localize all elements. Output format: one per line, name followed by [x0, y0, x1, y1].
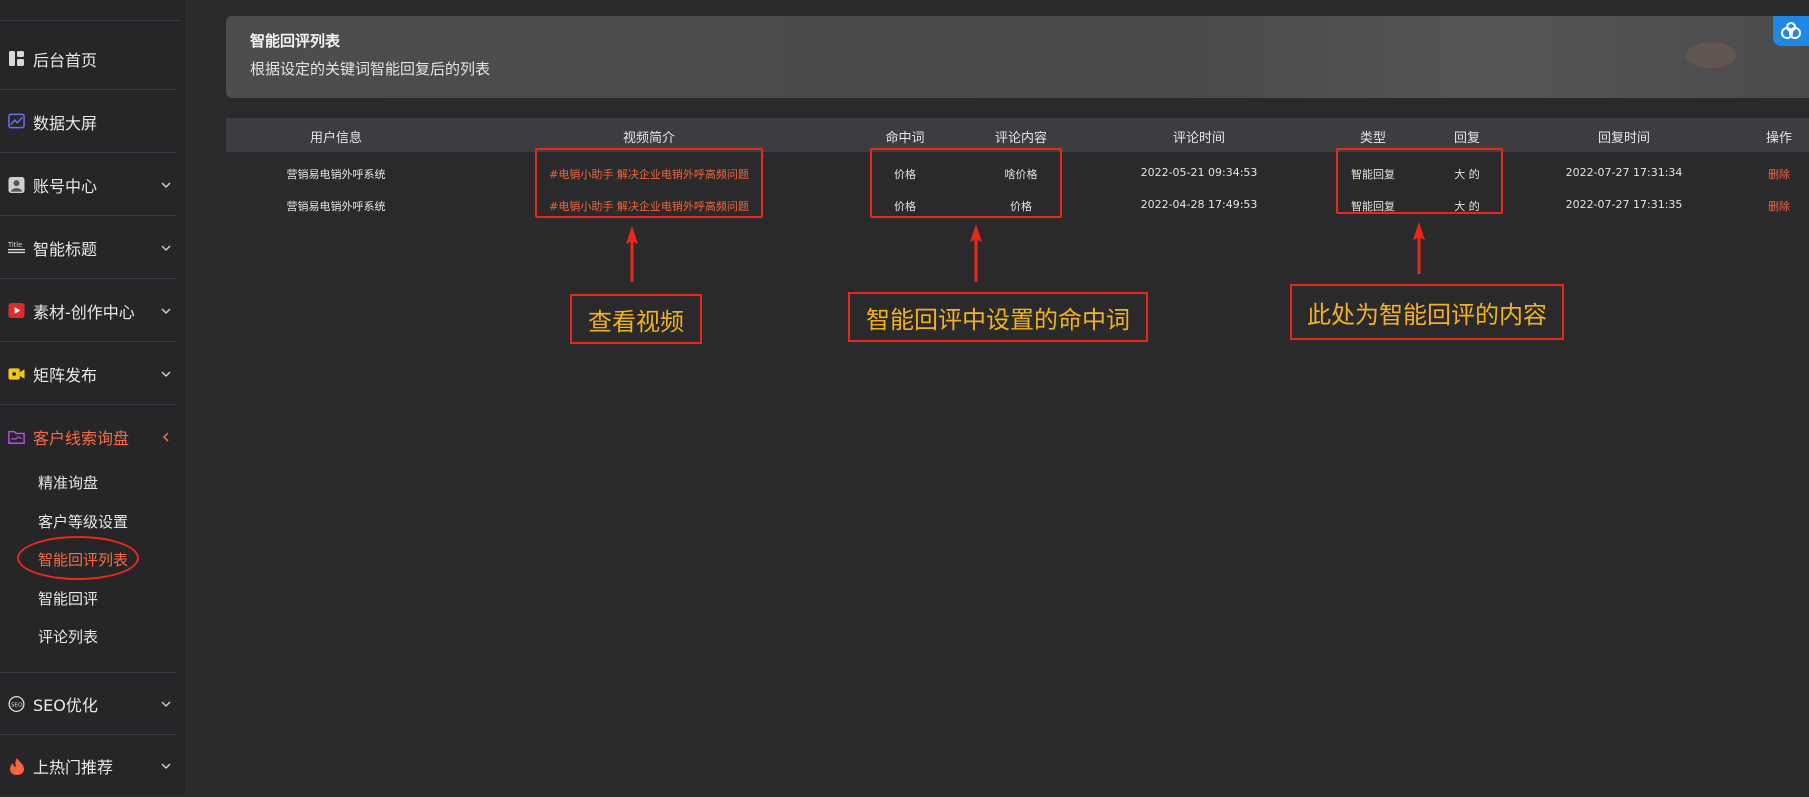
sidebar-item-label: 矩阵发布 [33, 365, 98, 385]
fire-icon [8, 757, 25, 775]
arrow-up-icon [1413, 222, 1425, 274]
svg-text:Title: Title [8, 241, 22, 249]
sidebar-item-label: 账号中心 [33, 176, 98, 196]
user-icon [8, 176, 25, 193]
cell-reply-time: 2022-07-27 17:31:35 [1565, 198, 1683, 211]
sidebar-item-material-center[interactable]: 素材-创作中心 [0, 280, 176, 342]
chevron-down-icon [161, 700, 171, 707]
camera-icon [8, 365, 25, 382]
folder-icon [8, 429, 25, 446]
sidebar-item-customer-leads[interactable]: 客户线索询盘 [0, 406, 176, 468]
annotation-label-video: 查看视频 [570, 294, 702, 344]
sub-item-smart-reply[interactable]: 智能回评 [38, 588, 98, 609]
svg-text:SEO: SEO [11, 702, 23, 708]
column-header-comment: 评论内容 [994, 131, 1048, 146]
sidebar-item-label: 智能标题 [33, 239, 98, 259]
chevron-down-icon [161, 307, 171, 314]
page-header: 智能回评列表 根据设定的关键词智能回复后的列表 [226, 16, 1809, 98]
sub-item-precise-inquiry[interactable]: 精准询盘 [38, 472, 98, 493]
sidebar-item-label: SEO优化 [33, 695, 98, 715]
dashboard-icon [8, 50, 25, 67]
page-title: 智能回评列表 [250, 32, 341, 50]
sub-item-comment-list[interactable]: 评论列表 [38, 626, 98, 647]
column-header-type: 类型 [1359, 131, 1387, 146]
video-icon [8, 302, 25, 319]
sub-item-customer-level[interactable]: 客户等级设置 [38, 511, 128, 532]
delete-button[interactable]: 删除 [1768, 166, 1790, 182]
chevron-down-icon [161, 763, 171, 770]
chevron-left-icon [162, 432, 169, 442]
column-header-user: 用户信息 [309, 131, 363, 146]
sidebar-item-dashboard[interactable]: 后台首页 [0, 28, 176, 90]
page-subtitle: 根据设定的关键词智能回复后的列表 [250, 60, 491, 78]
sidebar-item-data-screen[interactable]: 数据大屏 [0, 91, 176, 153]
cloud-badge[interactable] [1773, 16, 1809, 46]
sidebar-item-label: 客户线索询盘 [33, 429, 130, 448]
cell-user: 营销易电销外呼系统 [286, 200, 386, 213]
chart-icon [8, 113, 25, 130]
sidebar-item-smart-title[interactable]: Title 智能标题 [0, 217, 176, 279]
cell-comment-time: 2022-04-28 17:49:53 [1140, 198, 1258, 211]
title-icon: Title [8, 239, 25, 256]
sidebar-item-label: 素材-创作中心 [33, 302, 135, 322]
column-header-hit-word: 命中词 [885, 131, 925, 146]
chevron-down-icon [161, 181, 171, 188]
delete-button[interactable]: 删除 [1768, 198, 1790, 214]
sidebar-divider [0, 20, 182, 21]
arrow-up-icon [626, 226, 638, 282]
annotation-label-reply: 此处为智能回评的内容 [1290, 284, 1564, 340]
column-header-reply-time: 回复时间 [1597, 131, 1651, 146]
column-header-reply: 回复 [1453, 131, 1481, 146]
sidebar-item-matrix-publish[interactable]: 矩阵发布 [0, 343, 176, 405]
column-header-action: 操作 [1765, 131, 1793, 146]
column-header-comment-time: 评论时间 [1172, 131, 1226, 146]
chevron-down-icon [161, 244, 171, 251]
sidebar-item-label: 数据大屏 [33, 113, 98, 133]
annotation-circle [17, 536, 139, 580]
sidebar-item-label: 上热门推荐 [33, 758, 114, 777]
annotation-label-hit-word: 智能回评中设置的命中词 [848, 292, 1148, 342]
header-decoration [1686, 42, 1736, 68]
cell-user: 营销易电销外呼系统 [286, 168, 386, 181]
sidebar-item-account[interactable]: 账号中心 [0, 154, 176, 216]
sidebar-item-hot-recommend[interactable]: 上热门推荐 [0, 735, 176, 797]
cloud-icon [1781, 22, 1801, 39]
cell-reply-time: 2022-07-27 17:31:34 [1565, 166, 1683, 179]
arrow-up-icon [970, 224, 982, 282]
annotation-box-video [535, 148, 763, 218]
sidebar-item-label: 后台首页 [33, 50, 98, 70]
annotation-box-reply [1336, 148, 1503, 214]
sidebar-item-seo[interactable]: SEO SEO优化 [0, 672, 176, 735]
column-header-video: 视频简介 [622, 131, 676, 146]
cell-comment-time: 2022-05-21 09:34:53 [1140, 166, 1258, 179]
table-header: 用户信息 视频简介 命中词 评论内容 评论时间 类型 回复 回复时间 操作 [226, 118, 1809, 152]
sidebar: 后台首页 数据大屏 账号中心 Title 智能标题 素材-创作中心 矩阵发布 客… [0, 0, 185, 794]
chevron-down-icon [161, 370, 171, 377]
seo-icon: SEO [8, 695, 25, 712]
annotation-box-hit-word [870, 148, 1062, 218]
